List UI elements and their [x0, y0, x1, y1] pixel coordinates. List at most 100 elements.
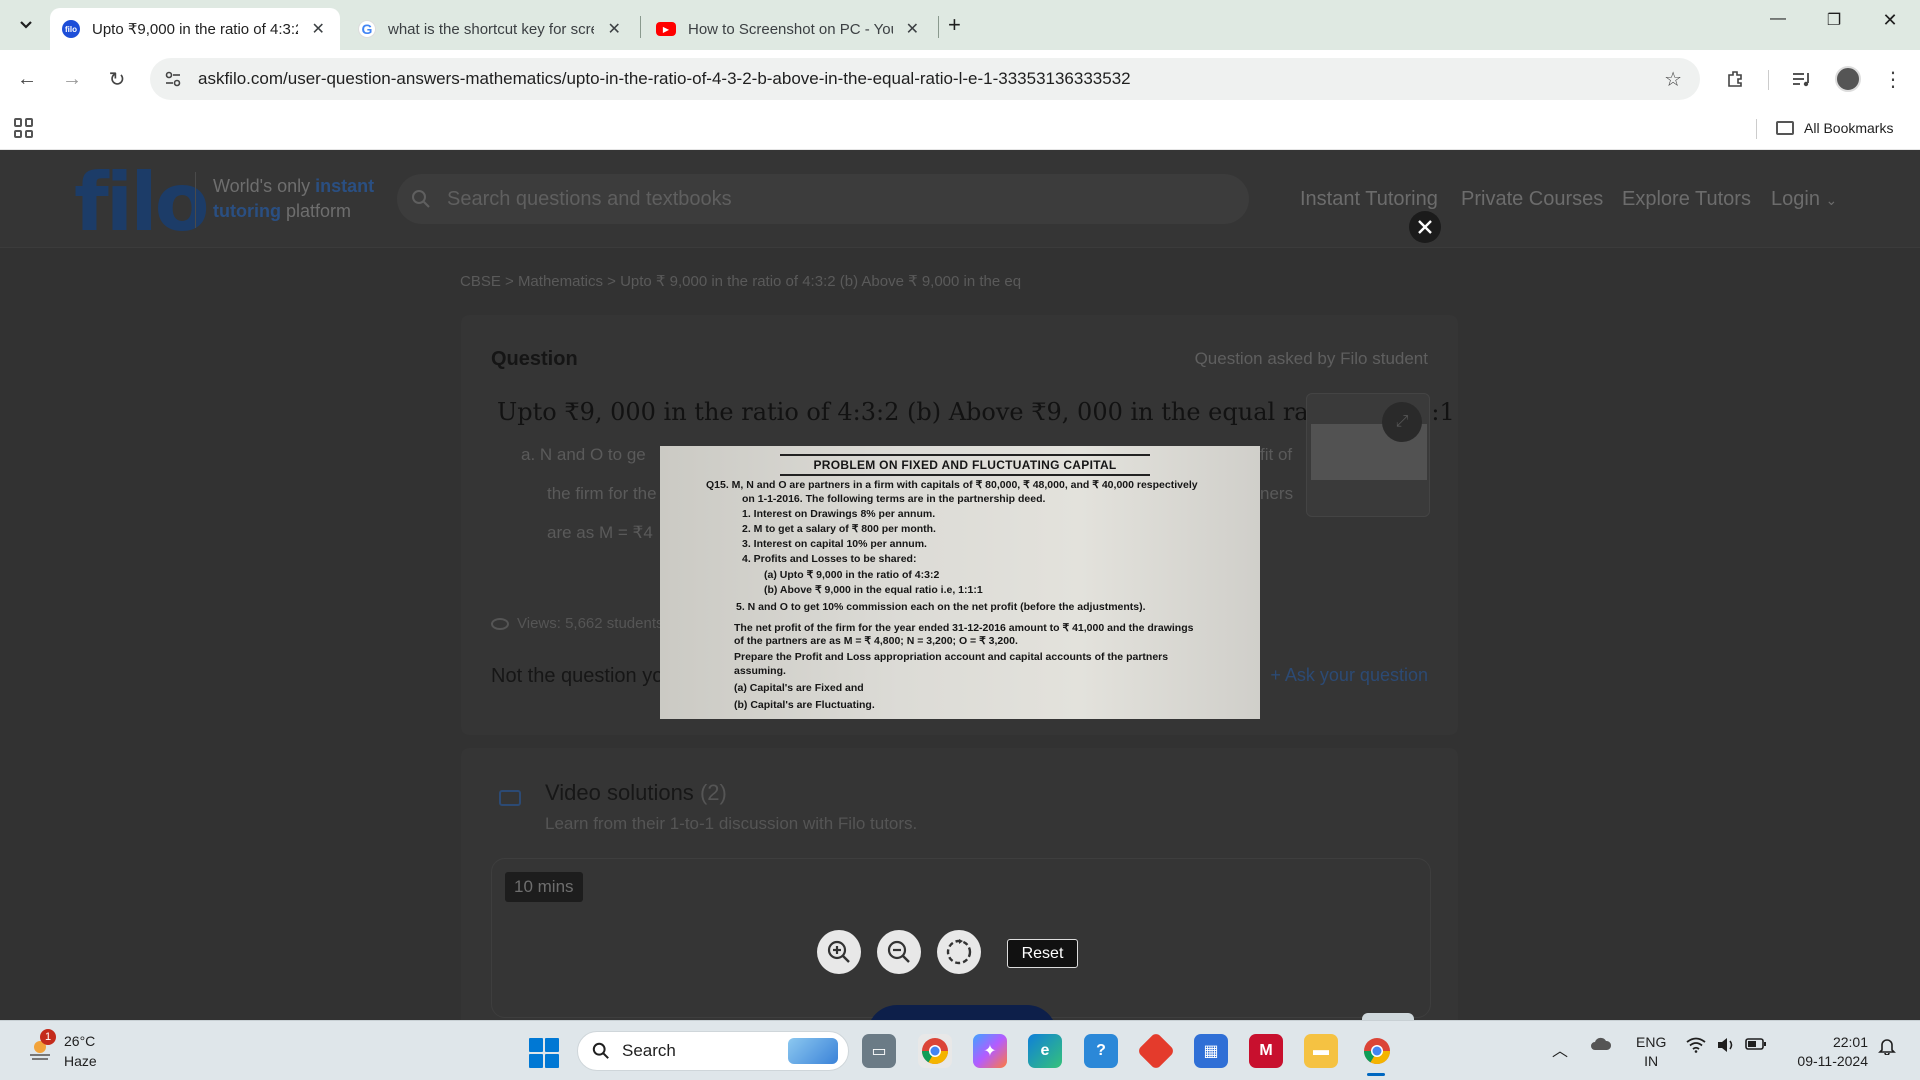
task-view-icon[interactable]: ▭ — [862, 1034, 896, 1068]
video-solutions-title: Video solutions (2) — [545, 780, 727, 805]
video-solutions-card: Video solutions (2) Learn from their 1-t… — [461, 748, 1458, 1020]
weather-badge: 1 — [40, 1029, 56, 1045]
profile-avatar[interactable] — [1835, 66, 1861, 92]
mcafee-icon[interactable]: M — [1249, 1034, 1283, 1068]
all-bookmarks-button[interactable]: All Bookmarks — [1776, 120, 1893, 136]
chevron-up-icon[interactable]: ︿ — [1552, 1037, 1568, 1061]
doc-line: of the partners are as M = ₹ 4,800; N = … — [734, 635, 1018, 647]
battery-icon[interactable] — [1745, 1037, 1767, 1054]
tab-filo[interactable]: filo Upto ₹9,000 in the ratio of 4:3:2 ✕ — [50, 8, 340, 50]
asked-by-text: Question asked by Filo student — [1194, 349, 1428, 368]
google-favicon-icon: G — [358, 20, 376, 38]
back-arrow-icon[interactable]: ← — [12, 64, 42, 94]
red-app-icon[interactable] — [1136, 1031, 1176, 1071]
expand-icon[interactable]: ⤢ — [1382, 402, 1422, 442]
site-search-input[interactable]: Search questions and textbooks — [397, 174, 1249, 224]
weather-temp[interactable]: 26°C — [64, 1033, 95, 1049]
doc-line: (b) Above ₹ 9,000 in the equal ratio i.e… — [764, 584, 983, 596]
new-tab-plus-icon[interactable]: + — [948, 12, 961, 38]
taskbar-search-label: Search — [622, 1041, 676, 1060]
breadcrumb[interactable]: CBSE > Mathematics > Upto ₹ 9,000 in the… — [460, 272, 1021, 290]
minimize-icon[interactable]: — — [1758, 10, 1798, 28]
close-tab-icon[interactable]: ✕ — [903, 19, 922, 39]
reload-icon[interactable]: ↻ — [102, 64, 132, 94]
restore-icon[interactable]: ❐ — [1814, 10, 1854, 30]
nav-private-courses[interactable]: Private Courses — [1461, 188, 1603, 211]
tab-title: How to Screenshot on PC - You — [688, 20, 893, 38]
tab-strip: filo Upto ₹9,000 in the ratio of 4:3:2 ✕… — [0, 0, 1920, 50]
volume-icon[interactable] — [1716, 1037, 1736, 1056]
language-indicator[interactable]: ENG IN — [1636, 1033, 1666, 1071]
zoom-in-button[interactable] — [817, 930, 861, 974]
doc-line: (a) Capital's are Fixed and — [734, 682, 864, 694]
tab-google[interactable]: G what is the shortcut key for scre ✕ — [346, 8, 636, 50]
active-app-indicator — [1367, 1073, 1385, 1076]
tagline: World's only instant tutoring platform — [213, 176, 375, 221]
taskbar-search[interactable]: Search — [577, 1031, 849, 1071]
doc-line: Prepare the Profit and Loss appropriatio… — [734, 651, 1169, 663]
bookmarks-separator — [1756, 119, 1757, 139]
media-control-icon[interactable] — [1787, 64, 1817, 94]
address-bar[interactable]: askfilo.com/user-question-answers-mathem… — [150, 58, 1700, 100]
tab-title: Upto ₹9,000 in the ratio of 4:3:2 — [92, 21, 299, 38]
forward-arrow-icon[interactable]: → — [57, 64, 87, 94]
onedrive-cloud-icon[interactable] — [1590, 1037, 1612, 1054]
tab-youtube[interactable]: ▶ How to Screenshot on PC - You ✕ — [644, 8, 934, 50]
eye-icon — [491, 617, 509, 630]
viewer-question-image[interactable]: PROBLEM ON FIXED AND FLUCTUATING CAPITAL… — [660, 446, 1260, 719]
doc-line: 3. Interest on capital 10% per annum. — [742, 538, 927, 550]
file-explorer-icon[interactable]: ▬ — [1304, 1034, 1338, 1068]
url-text: askfilo.com/user-question-answers-mathem… — [198, 69, 1131, 88]
doc-line: 4. Profits and Losses to be shared: — [742, 553, 917, 565]
help-icon[interactable]: ? — [1084, 1034, 1118, 1068]
zoom-in-icon — [827, 940, 850, 963]
edge-icon[interactable]: e — [1028, 1034, 1062, 1068]
doc-line: (b) Capital's are Fluctuating. — [734, 699, 875, 711]
copilot-icon[interactable]: ✦ — [973, 1034, 1007, 1068]
extensions-icon[interactable] — [1720, 64, 1750, 94]
store-icon[interactable]: ▦ — [1194, 1034, 1228, 1068]
chevron-down-icon — [20, 21, 32, 29]
rotate-icon — [946, 939, 972, 965]
apps-grid-icon[interactable] — [14, 118, 34, 138]
doc-line: Q15. M, N and O are partners in a firm w… — [706, 479, 1198, 491]
filo-logo[interactable]: filo — [74, 156, 210, 249]
doc-line: 2. M to get a salary of ₹ 800 per month. — [742, 523, 936, 535]
viewer-close-button[interactable] — [1409, 211, 1441, 243]
video-camera-icon — [499, 790, 521, 806]
tab-search-button[interactable] — [10, 9, 42, 41]
ask-question-link[interactable]: + Ask your question — [1270, 665, 1428, 686]
nav-explore-tutors[interactable]: Explore Tutors — [1622, 188, 1751, 211]
chrome-icon[interactable] — [918, 1034, 952, 1068]
views-count: Views: 5,662 students — [491, 615, 663, 632]
bookmark-star-icon[interactable]: ☆ — [1664, 67, 1682, 92]
question-line: the firm for the — [547, 484, 657, 503]
rotate-button[interactable] — [937, 930, 981, 974]
chevron-down-icon: ⌄ — [1825, 192, 1838, 208]
video-duration-badge: 10 mins — [505, 872, 583, 902]
window-close-icon[interactable]: ✕ — [1870, 10, 1910, 31]
reset-button[interactable]: Reset — [1007, 939, 1078, 968]
windows-start-icon[interactable] — [529, 1038, 559, 1068]
nav-instant-tutoring[interactable]: Instant Tutoring — [1300, 188, 1438, 211]
question-line: fit of — [1260, 445, 1293, 464]
site-info-icon[interactable] — [162, 68, 184, 90]
tab-title: what is the shortcut key for scre — [388, 20, 595, 38]
wifi-icon[interactable] — [1686, 1037, 1706, 1056]
chrome-profile-icon[interactable] — [1360, 1034, 1394, 1068]
search-highlight-icon — [788, 1038, 838, 1064]
all-bookmarks-label: All Bookmarks — [1804, 120, 1894, 136]
doc-line: 1. Interest on Drawings 8% per annum. — [742, 508, 936, 520]
nav-login[interactable]: Login ⌄ — [1771, 188, 1837, 211]
notification-bell-icon[interactable] — [1878, 1037, 1896, 1058]
menu-kebab-icon[interactable]: ⋮ — [1878, 64, 1908, 94]
video-solutions-subtitle: Learn from their 1-to-1 discussion with … — [545, 814, 918, 833]
doc-title: PROBLEM ON FIXED AND FLUCTUATING CAPITAL — [780, 454, 1150, 476]
zoom-out-button[interactable] — [877, 930, 921, 974]
clock[interactable]: 22:01 09-11-2024 — [1788, 1033, 1868, 1071]
close-tab-icon[interactable]: ✕ — [604, 19, 624, 39]
close-tab-icon[interactable]: ✕ — [308, 19, 328, 39]
tab-separator — [938, 16, 939, 38]
weather-condition[interactable]: Haze — [64, 1053, 97, 1069]
question-image-thumbnail[interactable]: ⤢ — [1306, 393, 1430, 517]
